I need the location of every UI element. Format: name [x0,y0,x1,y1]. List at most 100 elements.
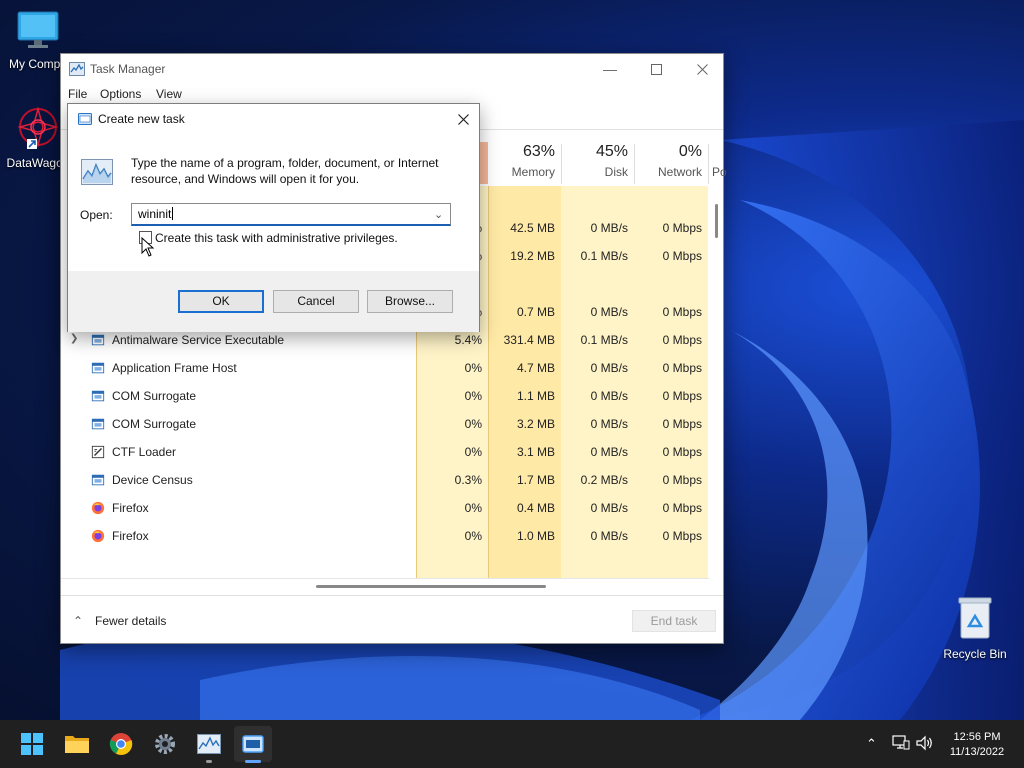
create-new-task-dialog: Create new task Type the name of a progr… [67,103,480,332]
open-label: Open: [80,208,113,222]
table-row[interactable]: Firefox 0% 0.4 MB 0 MB/s 0 Mbps [61,494,709,522]
text-caret [172,207,174,220]
network-cell: 0 Mbps [662,249,702,263]
end-task-button[interactable]: End task [632,610,716,632]
horizontal-scroll-thumb[interactable] [316,585,546,588]
chevron-up-icon[interactable]: ⌃ [866,736,877,752]
app-window-icon [91,418,105,430]
app-window-icon [91,390,105,402]
minimize-icon: — [603,61,617,77]
process-name: COM Surrogate [112,417,197,431]
column-header-disk[interactable]: 45% Disk [561,130,634,186]
disk-cell: 0 MB/s [590,389,628,403]
disk-cell: 0 MB/s [590,221,628,235]
cpu-cell: 0.3% [454,473,482,487]
table-row[interactable]: Firefox 0% 1.0 MB 0 MB/s 0 Mbps [61,522,709,550]
network-cell: 0 Mbps [662,389,702,403]
close-icon [696,63,708,75]
taskbar-chrome[interactable] [102,726,140,762]
open-combobox-input[interactable]: wininit [131,203,451,226]
maximize-button[interactable] [633,54,679,84]
chevron-down-icon[interactable]: ⌄ [434,208,443,221]
process-name: CTF Loader [112,445,177,459]
menu-view[interactable]: View [156,87,182,101]
browse-button[interactable]: Browse... [367,290,453,313]
cpu-cell: 0% [464,389,482,403]
taskbar-settings[interactable] [146,726,184,762]
disk-cell: 0 MB/s [590,417,628,431]
run-dialog-icon [78,113,92,125]
disk-cell: 0.2 MB/s [580,473,628,487]
memory-label: Memory [511,165,555,179]
column-header-power[interactable]: 0 Po [708,130,727,186]
app-window-icon [91,362,105,374]
memory-cell: 0.7 MB [516,305,555,319]
run-dialog-icon [242,735,264,753]
chrome-icon [109,733,133,755]
taskbar-task-manager[interactable] [190,726,228,762]
taskbar-file-explorer[interactable] [58,726,96,762]
memory-cell: 3.1 MB [516,445,555,459]
fewer-details-label: Fewer details [95,614,167,628]
disk-cell: 0.1 MB/s [580,249,628,263]
recycle-bin-icon [958,597,992,639]
column-header-network[interactable]: 0% Network [634,130,708,186]
network-cell: 0 Mbps [662,501,702,515]
memory-cell: 1.7 MB [516,473,555,487]
fewer-details-button[interactable]: ⌃ Fewer details [73,614,166,628]
chevron-right-icon[interactable]: ❯ [70,333,78,344]
network-percent: 0% [678,143,702,160]
disk-label: Disk [604,165,628,179]
ok-button[interactable]: OK [178,290,264,313]
memory-cell: 0.4 MB [516,501,555,515]
clock-date: 11/13/2022 [949,746,1005,758]
firefox-icon [91,501,105,515]
footer: ⌃ Fewer details End task [61,595,723,645]
close-button[interactable] [679,54,725,84]
clock-time: 12:56 PM [953,731,1001,743]
active-indicator [245,760,261,763]
memory-cell: 1.0 MB [516,529,555,543]
menu-options[interactable]: Options [100,87,141,101]
process-name: Firefox [112,501,149,515]
admin-privileges-label[interactable]: Create this task with administrative pri… [155,231,398,245]
close-icon [457,113,469,125]
taskbar-run-dialog[interactable] [234,726,272,762]
network-cell: 0 Mbps [662,417,702,431]
table-row[interactable]: COM Surrogate 0% 1.1 MB 0 MB/s 0 Mbps [61,382,709,410]
network-icon[interactable] [892,735,910,751]
column-header-memory[interactable]: 63% Memory [488,130,561,186]
process-name: Antimalware Service Executable [112,333,285,347]
dialog-title: Create new task [98,112,185,126]
network-cell: 0 Mbps [662,445,702,459]
chevron-up-icon: ⌃ [73,614,84,628]
table-row[interactable]: Application Frame Host 0% 4.7 MB 0 MB/s 0 Mb… [61,354,709,382]
title-bar[interactable]: Task Manager — [61,54,723,84]
memory-cell [488,270,561,298]
table-row[interactable]: Device Census 0.3% 1.7 MB 0.2 MB/s 0 Mbps [61,466,709,494]
start-button[interactable] [13,726,51,762]
process-name: Firefox [112,529,149,543]
vertical-scroll-thumb[interactable] [715,204,718,238]
desktop-icon-recycle-bin[interactable]: Recycle Bin [937,596,1013,661]
volume-icon[interactable] [916,735,934,751]
disk-percent: 45% [595,143,628,160]
cancel-button[interactable]: Cancel [273,290,359,313]
dialog-description: Type the name of a program, folder, docu… [131,156,439,186]
disk-cell [561,270,634,298]
table-row[interactable]: COM Surrogate 0% 3.2 MB 0 MB/s 0 Mbps [61,410,709,438]
maximize-icon [650,63,662,75]
monitor-icon [17,11,59,48]
task-manager-app-icon [69,62,85,76]
network-cell: 0 Mbps [662,333,702,347]
minimize-button[interactable]: — [587,54,633,84]
memory-cell: 1.1 MB [516,389,555,403]
table-row[interactable]: CTF Loader 0% 3.1 MB 0 MB/s 0 Mbps [61,438,709,466]
clock[interactable]: 12:56 PM 11/13/2022 [940,730,1014,760]
app-window-icon [91,474,105,486]
dialog-close-button[interactable] [447,104,479,134]
process-name: Device Census [112,473,193,487]
network-label: Network [657,165,702,179]
menu-file[interactable]: File [68,87,87,101]
memory-cell: 4.7 MB [516,361,555,375]
